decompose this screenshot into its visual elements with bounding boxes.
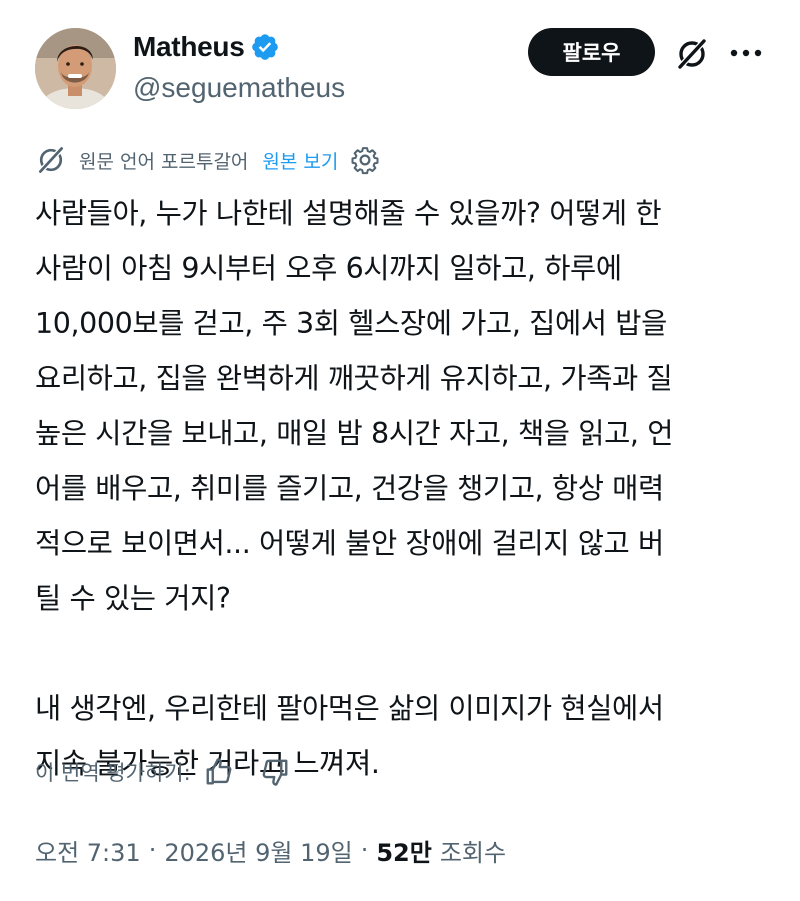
display-name[interactable]: Matheus	[133, 31, 245, 63]
views-label: 조회수	[439, 838, 507, 867]
tweet-line: 사람들아, 누가 나한테 설명해줄 수 있을까? 어떻게 한	[35, 197, 662, 230]
verified-badge-icon[interactable]	[250, 32, 280, 62]
tweet-line: 내 생각엔, 우리한테 팔아먹은 삶의 이미지가 현실에서	[35, 692, 664, 725]
tweet-line: 적으로 보이면서... 어떻게 불안 장애에 걸리지 않고 버	[35, 527, 664, 560]
tweet-line: 틸 수 있는 거지?	[35, 582, 231, 615]
tweet-line: 사람이 아침 9시부터 오후 6시까지 일하고, 하루에	[35, 252, 622, 285]
meta-separator: ·	[360, 836, 369, 864]
translation-label: 원문 언어 포르투갈어	[79, 150, 249, 173]
tweet-date[interactable]: 2026년 9월 19일	[164, 833, 352, 868]
thumbs-up-icon[interactable]	[201, 754, 237, 790]
follow-button[interactable]: 팔로우	[528, 28, 655, 76]
tweet-text: 사람들아, 누가 나한테 설명해줄 수 있을까? 어떻게 한 사람이 아침 9시…	[35, 186, 765, 791]
views-count[interactable]: 52만	[376, 833, 431, 868]
translation-notice: 원문 언어 포르투갈어 원본 보기	[35, 143, 380, 177]
user-handle[interactable]: @seguematheus	[133, 72, 345, 104]
tweet-line: 높은 시간을 보내고, 매일 밤 8시간 자고, 책을 읽고, 언	[35, 417, 674, 450]
tweet-time[interactable]: 오전 7:31	[35, 833, 141, 868]
avatar[interactable]	[35, 28, 116, 109]
meta-separator: ·	[148, 836, 157, 864]
tweet-header: Matheus @seguematheus 팔로우	[0, 0, 800, 130]
rate-translation-label: 이 번역 평가하기:	[35, 761, 191, 785]
grok-translate-icon	[35, 144, 67, 176]
tweet-line: 요리하고, 집을 완벽하게 깨끗하게 유지하고, 가족과 질	[35, 362, 673, 395]
gear-icon[interactable]	[350, 145, 380, 175]
tweet-line: 10,000보를 걷고, 주 3회 헬스장에 가고, 집에서 밥을	[35, 307, 667, 340]
display-name-row: Matheus	[133, 28, 280, 66]
show-original-link[interactable]: 원본 보기	[262, 147, 338, 174]
avatar-image	[35, 28, 116, 109]
rate-translation-row: 이 번역 평가하기:	[35, 752, 293, 792]
thumbs-down-icon[interactable]	[257, 754, 293, 790]
tweet-line: 어를 배우고, 취미를 즐기고, 건강을 챙기고, 항상 매력	[35, 472, 664, 505]
more-horizontal-icon[interactable]	[726, 36, 766, 70]
tweet-meta: 오전 7:31 · 2026년 9월 19일 · 52만 조회수	[35, 828, 506, 872]
grok-icon[interactable]	[672, 34, 712, 74]
